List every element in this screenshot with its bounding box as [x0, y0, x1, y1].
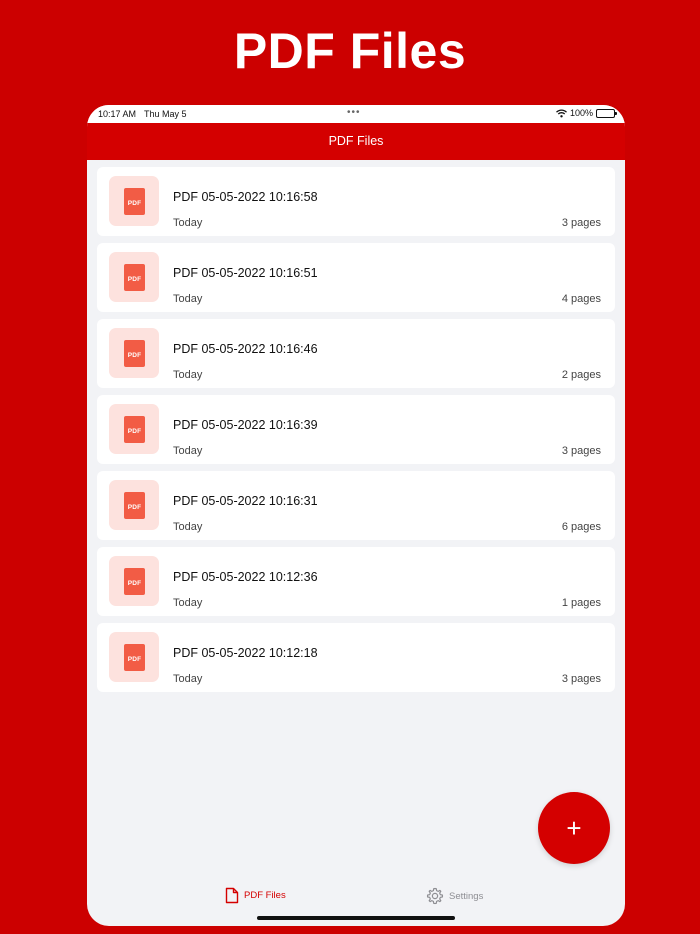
- tab-label: PDF Files: [244, 890, 286, 901]
- status-indicators: 100%: [556, 108, 617, 118]
- file-list-item[interactable]: PDF PDF 05-05-2022 10:16:39 Today 3 page…: [97, 395, 615, 464]
- nav-bar: PDF Files: [87, 123, 625, 160]
- file-list-item[interactable]: PDF PDF 05-05-2022 10:16:31 Today 6 page…: [97, 471, 615, 540]
- pdf-thumbnail: PDF: [109, 632, 159, 682]
- file-list-item[interactable]: PDF PDF 05-05-2022 10:16:58 Today 3 page…: [97, 167, 615, 236]
- file-date: Today: [173, 521, 203, 533]
- pdf-file-icon: PDF: [124, 492, 145, 519]
- tab-label: Settings: [449, 890, 484, 902]
- battery-percentage: 100%: [569, 108, 593, 118]
- pdf-thumbnail: PDF: [109, 556, 159, 606]
- file-date: Today: [173, 293, 203, 305]
- pdf-thumbnail: PDF: [109, 328, 159, 378]
- pdf-file-icon: PDF: [124, 568, 145, 595]
- file-date: Today: [173, 217, 203, 229]
- file-date: Today: [173, 369, 203, 381]
- pdf-file-icon: PDF: [124, 264, 145, 291]
- add-pdf-button[interactable]: +: [538, 792, 610, 864]
- file-name: PDF 05-05-2022 10:16:51: [173, 266, 318, 280]
- file-page-count: 3 pages: [561, 217, 601, 229]
- pdf-file-icon: PDF: [124, 340, 145, 367]
- pdf-thumbnail: PDF: [109, 480, 159, 530]
- device-frame: 10:17 AM Thu May 5 ••• 100% PDF Files PD…: [87, 105, 625, 926]
- document-icon: [225, 887, 239, 904]
- tab-pdf-files[interactable]: PDF Files: [225, 887, 286, 904]
- status-date: Thu May 5: [144, 109, 187, 119]
- file-name: PDF 05-05-2022 10:16:58: [173, 190, 318, 204]
- file-date: Today: [173, 597, 203, 609]
- promo-title: PDF Files: [233, 23, 467, 79]
- file-list-item[interactable]: PDF PDF 05-05-2022 10:16:51 Today 4 page…: [97, 243, 615, 312]
- file-page-count: 1 pages: [561, 597, 601, 609]
- pdf-thumbnail: PDF: [109, 176, 159, 226]
- file-list-item[interactable]: PDF PDF 05-05-2022 10:12:36 Today 1 page…: [97, 547, 615, 616]
- multitasking-dots-icon[interactable]: •••: [347, 107, 361, 118]
- file-page-count: 3 pages: [561, 445, 601, 457]
- file-name: PDF 05-05-2022 10:12:18: [173, 646, 318, 660]
- file-page-count: 6 pages: [561, 521, 601, 533]
- pdf-thumbnail: PDF: [109, 252, 159, 302]
- nav-title: PDF Files: [328, 134, 384, 148]
- file-name: PDF 05-05-2022 10:12:36: [173, 570, 318, 584]
- file-page-count: 4 pages: [561, 293, 601, 305]
- battery-icon: [596, 108, 617, 118]
- wifi-icon: [556, 108, 567, 117]
- file-list: PDF PDF 05-05-2022 10:16:58 Today 3 page…: [97, 167, 615, 699]
- pdf-file-icon: PDF: [124, 188, 145, 215]
- file-page-count: 3 pages: [561, 673, 601, 685]
- status-bar: 10:17 AM Thu May 5 ••• 100%: [87, 105, 625, 123]
- status-time: 10:17 AM: [98, 109, 137, 119]
- tab-bar: PDF Files Settings: [87, 881, 625, 911]
- gear-icon: [426, 887, 444, 905]
- home-indicator[interactable]: [257, 916, 455, 920]
- file-date: Today: [173, 445, 203, 457]
- file-name: PDF 05-05-2022 10:16:39: [173, 418, 318, 432]
- file-list-item[interactable]: PDF PDF 05-05-2022 10:12:18 Today 3 page…: [97, 623, 615, 692]
- pdf-file-icon: PDF: [124, 644, 145, 671]
- file-name: PDF 05-05-2022 10:16:46: [173, 342, 318, 356]
- pdf-file-icon: PDF: [124, 416, 145, 443]
- plus-icon: +: [566, 813, 582, 843]
- pdf-thumbnail: PDF: [109, 404, 159, 454]
- tab-settings[interactable]: Settings: [426, 887, 483, 905]
- file-page-count: 2 pages: [561, 369, 601, 381]
- file-date: Today: [173, 673, 203, 685]
- file-name: PDF 05-05-2022 10:16:31: [173, 494, 318, 508]
- file-list-item[interactable]: PDF PDF 05-05-2022 10:16:46 Today 2 page…: [97, 319, 615, 388]
